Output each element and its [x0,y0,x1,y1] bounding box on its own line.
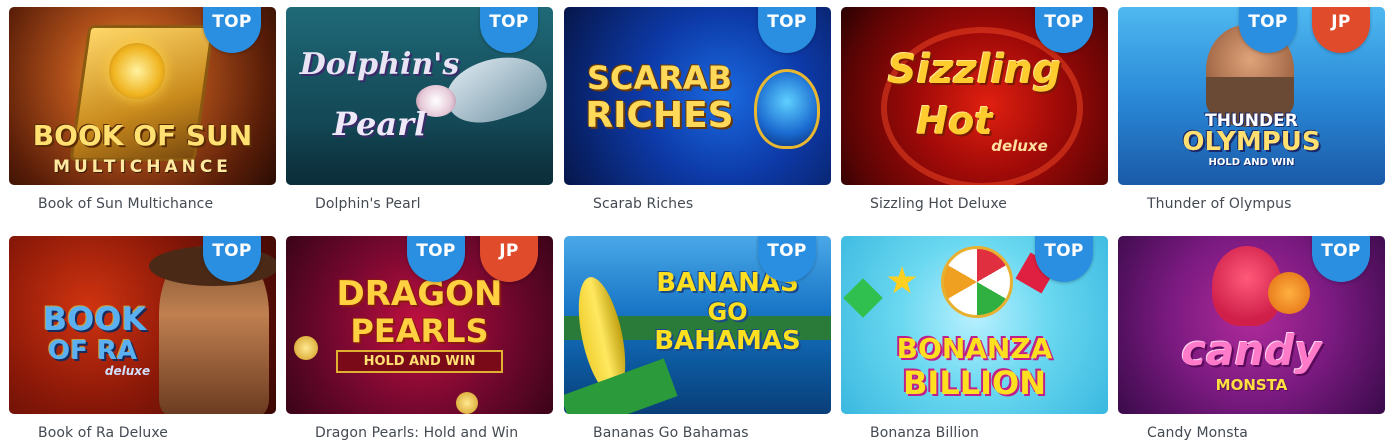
game-card-bonanza-billion[interactable]: BONANZA BILLION TOP Bonanza Billion [841,236,1108,441]
game-logo-line: deluxe [991,137,1048,155]
game-logo-line: OF RA [47,336,138,366]
game-thumbnail[interactable]: BONANZA BILLION TOP [841,236,1108,414]
game-thumbnail[interactable]: BANANAS GO BAHAMAS TOP [564,236,831,414]
game-grid: BOOK OF SUN MULTICHANCE TOP Book of Sun … [0,0,1387,448]
game-title[interactable]: Sizzling Hot Deluxe [870,196,1007,212]
game-logo-line: HOLD AND WIN [1208,157,1295,168]
game-title[interactable]: Bananas Go Bahamas [593,425,749,441]
game-card-book-of-ra-deluxe[interactable]: BOOK OF RA deluxe TOP Book of Ra Deluxe [9,236,276,441]
game-thumbnail[interactable]: THUNDER OLYMPUS HOLD AND WIN TOP JP [1118,7,1385,185]
game-title[interactable]: Dragon Pearls: Hold and Win [315,425,518,441]
game-title[interactable]: Book of Sun Multichance [38,196,213,212]
game-card-dolphins-pearl[interactable]: Dolphin's Pearl TOP Dolphin's Pearl [286,7,553,212]
game-thumbnail[interactable]: Dolphin's Pearl TOP [286,7,553,185]
game-title[interactable]: Thunder of Olympus [1147,196,1292,212]
game-logo-line: BILLION [903,364,1046,402]
game-logo-line: BOOK [42,300,147,338]
game-logo-line: BAHAMAS [654,326,801,356]
game-title[interactable]: Dolphin's Pearl [315,196,421,212]
game-logo-line: OLYMPUS [1182,127,1321,157]
game-card-book-of-sun-multichance[interactable]: BOOK OF SUN MULTICHANCE TOP Book of Sun … [9,7,276,212]
game-card-sizzling-hot-deluxe[interactable]: Sizzling Hot deluxe TOP Sizzling Hot Del… [841,7,1108,212]
game-thumbnail[interactable]: Sizzling Hot deluxe TOP [841,7,1108,185]
game-title[interactable]: Book of Ra Deluxe [38,425,168,441]
game-logo-line: HOLD AND WIN [336,350,503,373]
game-logo-line: deluxe [104,364,151,378]
game-logo-line: candy [1181,326,1322,375]
game-thumbnail[interactable]: BOOK OF RA deluxe TOP [9,236,276,414]
game-thumbnail[interactable]: candy MONSTA TOP [1118,236,1385,414]
game-card-dragon-pearls-hold-and-win[interactable]: DRAGON PEARLS HOLD AND WIN TOP JP Dragon… [286,236,553,441]
game-thumbnail[interactable]: DRAGON PEARLS HOLD AND WIN TOP JP [286,236,553,414]
game-card-candy-monsta[interactable]: candy MONSTA TOP Candy Monsta [1118,236,1385,441]
game-thumbnail[interactable]: BOOK OF SUN MULTICHANCE TOP [9,7,276,185]
game-logo-line: GO [707,298,748,326]
game-logo-line: BONANZA [896,332,1053,365]
game-logo-line: Dolphin's [299,47,460,82]
game-logo-line: PEARLS [350,312,489,350]
game-logo-line: BOOK OF SUN [32,119,253,152]
game-logo-line: Sizzling [887,47,1062,93]
game-card-bananas-go-bahamas[interactable]: BANANAS GO BAHAMAS TOP Bananas Go Bahama… [564,236,831,441]
game-logo-line: RICHES [585,95,734,136]
game-title[interactable]: Scarab Riches [593,196,693,212]
game-card-scarab-riches[interactable]: SCARAB RICHES TOP Scarab Riches [564,7,831,212]
game-title[interactable]: Bonanza Billion [870,425,979,441]
game-logo-line: SCARAB [586,59,733,97]
game-logo-line: MULTICHANCE [53,157,232,177]
game-card-thunder-of-olympus[interactable]: THUNDER OLYMPUS HOLD AND WIN TOP JP Thun… [1118,7,1385,212]
game-logo-line: Pearl [332,105,427,143]
game-logo-line: MONSTA [1215,376,1288,394]
game-thumbnail[interactable]: SCARAB RICHES TOP [564,7,831,185]
game-title[interactable]: Candy Monsta [1147,425,1248,441]
